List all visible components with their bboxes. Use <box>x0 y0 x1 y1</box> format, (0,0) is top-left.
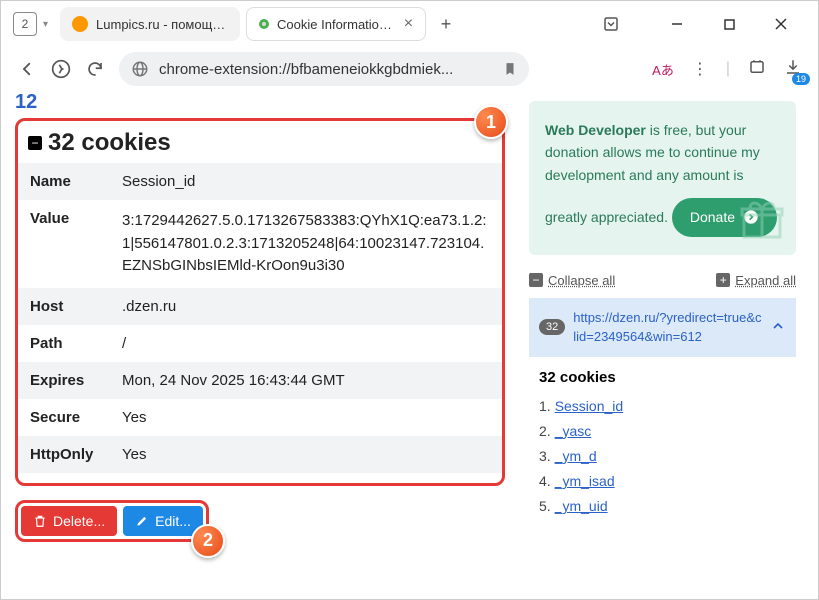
main-column: 12 1 − 32 cookies NameSession_id Value3:… <box>1 91 519 599</box>
url-text: chrome-extension://bfbameneiokkgbdmiek..… <box>159 61 493 78</box>
cookie-list: 1.Session_id 2._yasc 3._ym_d 4._ym_isad … <box>539 394 786 520</box>
bookmark-icon[interactable] <box>503 61 517 77</box>
callout-badge-1: 1 <box>474 105 508 139</box>
tab-group: 2 ▾ Lumpics.ru - помощь с ком Cookie Inf… <box>5 1 460 47</box>
address-bar: chrome-extension://bfbameneiokkgbdmiek..… <box>1 47 818 91</box>
reload-button[interactable] <box>85 59 105 79</box>
table-row: ExpiresMon, 24 Nov 2025 16:43:44 GMT <box>18 362 502 399</box>
list-item: 4._ym_isad <box>539 469 786 494</box>
action-buttons-row: Delete... Edit... 2 <box>15 500 505 542</box>
tab-lumpics[interactable]: Lumpics.ru - помощь с ком <box>60 7 240 41</box>
favicon-extension <box>259 19 269 29</box>
yandex-home-icon[interactable] <box>51 59 71 79</box>
separator: | <box>726 60 730 78</box>
notifications-badge: 19 <box>792 73 810 85</box>
plus-square-icon: + <box>716 273 730 287</box>
list-item: 2._yasc <box>539 419 786 444</box>
collapse-section-icon[interactable]: − <box>28 136 42 150</box>
cookie-link[interactable]: _ym_isad <box>555 473 615 489</box>
list-item: 1.Session_id <box>539 394 786 419</box>
url-field[interactable]: chrome-extension://bfbameneiokkgbdmiek..… <box>119 52 529 86</box>
cookie-link[interactable]: _yasc <box>555 423 592 439</box>
maximize-button[interactable] <box>714 9 744 39</box>
menu-kebab-icon[interactable]: ⋮ <box>692 59 708 79</box>
close-window-button[interactable] <box>766 9 796 39</box>
tab-dropdown-caret[interactable]: ▾ <box>43 19 48 30</box>
tab-overview-icon[interactable] <box>602 15 620 33</box>
cookie-link[interactable]: _ym_d <box>555 448 597 464</box>
favicon-lumpics <box>72 16 88 32</box>
collapse-all-button[interactable]: − Collapse all <box>529 273 615 288</box>
cookie-link[interactable]: _ym_uid <box>555 498 608 514</box>
site-info-icon[interactable] <box>131 60 149 78</box>
close-tab-icon[interactable]: × <box>404 16 413 32</box>
new-tab-button[interactable]: + <box>432 10 460 38</box>
table-row: SecureYes <box>18 399 502 436</box>
section-number: 12 <box>15 91 505 114</box>
minimize-button[interactable] <box>662 9 692 39</box>
tab-title: Cookie Information from <box>277 17 396 32</box>
donate-card: Web Developer is free, but your donation… <box>529 101 796 255</box>
edit-button[interactable]: Edit... <box>123 506 203 536</box>
table-row: HttpOnlyYes <box>18 436 502 473</box>
cookie-list-section: 32 cookies 1.Session_id 2._yasc 3._ym_d … <box>529 357 796 520</box>
table-row: Value3:1729442627.5.0.1713267583383:QYhX… <box>18 200 502 288</box>
cookie-count-badge: 32 <box>539 319 565 335</box>
minus-square-icon: − <box>529 273 543 287</box>
extensions-icon[interactable] <box>748 58 766 81</box>
sidebar-controls: − Collapse all + Expand all <box>529 273 796 288</box>
sidebar-column: Web Developer is free, but your donation… <box>519 91 818 599</box>
downloads-icon[interactable]: 19 <box>784 58 802 81</box>
window-titlebar: 2 ▾ Lumpics.ru - помощь с ком Cookie Inf… <box>1 1 818 47</box>
list-item: 3._ym_d <box>539 444 786 469</box>
back-button[interactable] <box>17 59 37 79</box>
cookie-details-panel: 1 − 32 cookies NameSession_id Value3:172… <box>15 118 505 486</box>
delete-button[interactable]: Delete... <box>21 506 117 536</box>
gift-icon <box>738 195 786 243</box>
list-item: 5._ym_uid <box>539 494 786 519</box>
tab-cookie-info[interactable]: Cookie Information from × <box>246 7 426 41</box>
trash-icon <box>33 514 47 528</box>
callout-badge-2: 2 <box>191 524 225 558</box>
url-link: https://dzen.ru/?yredirect=true&clid=234… <box>573 308 762 347</box>
chevron-up-icon[interactable] <box>770 318 786 337</box>
page-content: 12 1 − 32 cookies NameSession_id Value3:… <box>1 91 818 599</box>
pencil-icon <box>135 514 149 528</box>
window-controls <box>602 9 814 39</box>
table-row: Path/ <box>18 325 502 362</box>
translate-icon[interactable]: Aあ <box>652 60 674 79</box>
donate-bold-text: Web Developer <box>545 122 646 138</box>
tab-count-badge[interactable]: 2 <box>13 12 37 36</box>
expand-all-button[interactable]: + Expand all <box>716 273 796 288</box>
table-row: Host.dzen.ru <box>18 288 502 325</box>
cookie-link[interactable]: Session_id <box>555 398 624 414</box>
table-row: NameSession_id <box>18 163 502 200</box>
cookie-section-title: 32 cookies <box>48 129 171 157</box>
cookie-details-table: NameSession_id Value3:1729442627.5.0.171… <box>18 163 502 473</box>
url-panel[interactable]: 32 https://dzen.ru/?yredirect=true&clid=… <box>529 298 796 357</box>
tab-title: Lumpics.ru - помощь с ком <box>96 17 228 32</box>
cookie-list-title: 32 cookies <box>539 369 786 386</box>
